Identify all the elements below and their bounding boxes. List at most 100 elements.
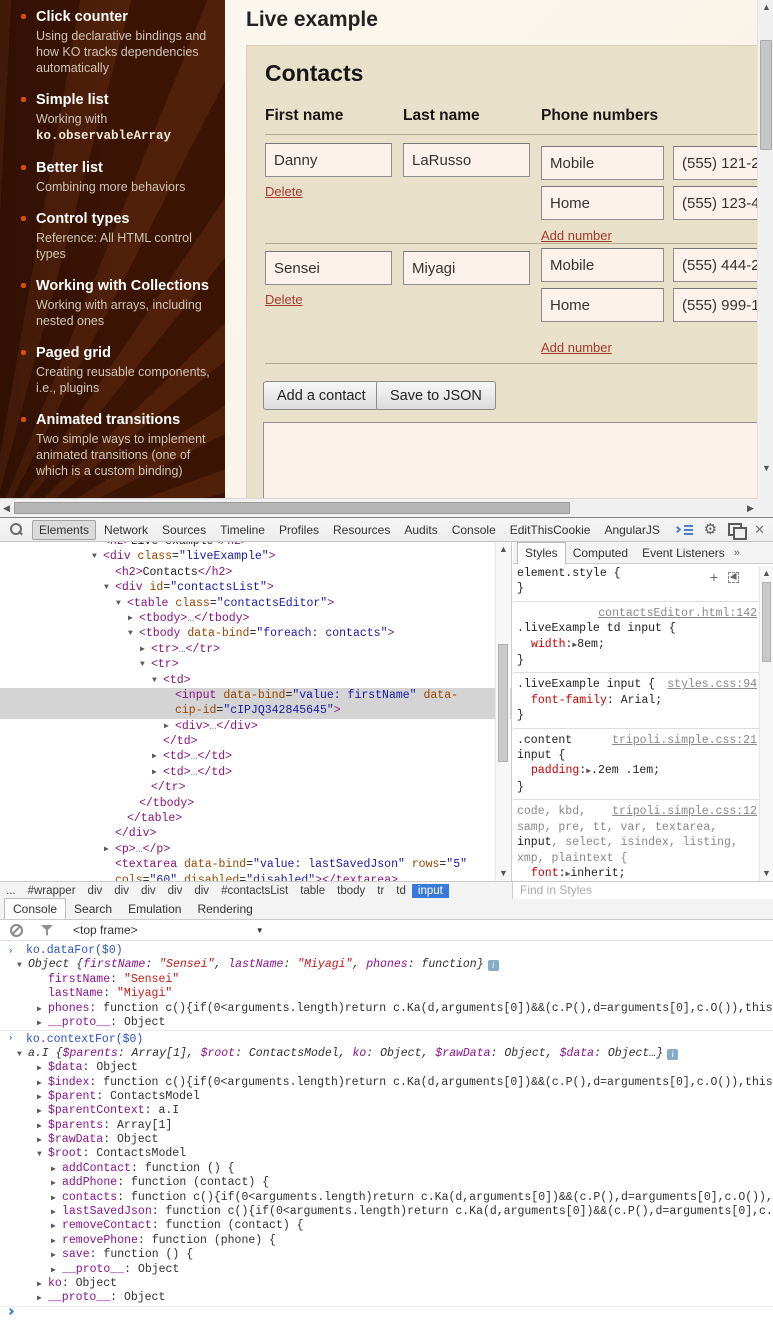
add-contact-button[interactable]: Add a contact (263, 381, 380, 410)
tree-line-selected[interactable]: <input data-bind="value: firstName" data… (0, 687, 511, 704)
rule-selector[interactable]: .liveExample td input { (517, 621, 757, 636)
console-object-line[interactable]: ▶ $parents: Array[1] (0, 1119, 773, 1133)
devtools-tab-network[interactable]: Network (98, 520, 154, 540)
sidebar-item[interactable]: Simple list Working with ko.observableArra… (21, 91, 215, 144)
tree-line[interactable]: <h2>Contacts</h2> (0, 565, 511, 580)
stylesheet-link[interactable]: contactsEditor.html:142 (598, 607, 757, 620)
console-object-line[interactable]: ▶ removePhone: function (phone) { (0, 1234, 773, 1248)
expand-arrow-down-icon[interactable]: ▼ (37, 1148, 42, 1162)
rule-close-brace[interactable]: } (517, 581, 757, 596)
console-object-line[interactable]: ▶ $data: Object (0, 1061, 773, 1075)
devtools-tab-editthiscookie[interactable]: EditThisCookie (504, 520, 597, 540)
css-property[interactable]: font:▶inherit; (517, 866, 757, 881)
devtools-tab-angularjs[interactable]: AngularJS (598, 520, 665, 540)
expand-arrow-right-icon[interactable]: ▶ (37, 1017, 42, 1031)
console-object-line[interactable]: ▼ Object {firstName: "Sensei", lastName: … (0, 958, 773, 972)
breadcrumb-item-div[interactable]: div (135, 884, 162, 898)
sidebar-item-title[interactable]: Better list (36, 159, 215, 177)
breadcrumb-item-[interactable]: ... (0, 884, 22, 898)
tree-line[interactable]: ▶ <tr>…</tr> (0, 642, 511, 657)
tree-line-selected[interactable]: cip-id="cIPJQ342845645"> (0, 703, 511, 719)
sidebar-item-title[interactable]: Control types (36, 210, 215, 228)
sidebar-item-title[interactable]: Paged grid (36, 344, 215, 362)
sidebar-item-title[interactable]: Simple list (36, 91, 215, 109)
phone-number-input-1a[interactable] (673, 146, 757, 180)
first-name-input-1[interactable] (265, 143, 392, 177)
last-name-input-1[interactable] (403, 143, 530, 177)
phone-type-input-2a[interactable] (541, 248, 664, 282)
inspect-search-icon[interactable] (8, 522, 24, 538)
tree-line[interactable]: ▶ <p>…</p> (0, 842, 511, 857)
expand-arrow-down-icon[interactable]: ▼ (116, 596, 121, 611)
breadcrumb-item-wrapper[interactable]: #wrapper (22, 884, 82, 898)
rule-selector[interactable]: styles.css:94 .liveExample input { (517, 677, 757, 692)
console-object-line[interactable]: ▶ contacts: function c(){if(0<arguments.l… (0, 1191, 773, 1205)
breadcrumb-item-div[interactable]: div (162, 884, 189, 898)
page-horizontal-scroll-thumb[interactable] (14, 502, 570, 514)
console-object-line[interactable]: ▶ ko: Object (0, 1277, 773, 1291)
css-property[interactable]: width:▶8em; (517, 637, 757, 653)
console-object-line[interactable]: ▶ $index: function c(){if(0<arguments.len… (0, 1076, 773, 1090)
sidebar-item-title[interactable]: Working with Collections (36, 277, 215, 295)
breadcrumb-item-table[interactable]: table (294, 884, 331, 898)
filter-funnel-icon[interactable] (41, 924, 53, 936)
expand-arrow-down-icon[interactable]: ▼ (140, 657, 145, 672)
stylesheet-link[interactable]: tripoli.simple.css:21 (612, 733, 757, 748)
drawer-tab-search[interactable]: Search (66, 899, 120, 919)
tree-line[interactable]: ▼ <tbody data-bind="foreach: contacts"> (0, 626, 511, 641)
breadcrumb-item-tbody[interactable]: tbody (331, 884, 371, 898)
expand-arrow-down-icon[interactable]: ▼ (152, 673, 157, 688)
console-object-line[interactable]: ▶ $rawData: Object (0, 1133, 773, 1147)
console-object-line[interactable]: ▶ addPhone: function (contact) { (0, 1176, 773, 1190)
frame-selector[interactable]: <top frame> (73, 923, 138, 937)
drawer-tab-console[interactable]: Console (4, 898, 67, 919)
devtools-tab-sources[interactable]: Sources (156, 520, 212, 540)
styles-scroll-thumb[interactable] (762, 582, 771, 662)
console-object-line[interactable]: ▶ removeContact: function (contact) { (0, 1219, 773, 1233)
devtools-tab-timeline[interactable]: Timeline (214, 520, 271, 540)
tree-line[interactable]: ▼ <div id="contactsList"> (0, 580, 511, 595)
rule-selector[interactable]: tripoli.simple.css:12 code, kbd, (517, 804, 757, 819)
sidebar-item-title[interactable]: Click counter (36, 8, 215, 26)
styles-scroll-up-icon[interactable]: ▲ (762, 568, 771, 578)
tree-line[interactable]: <h2>Live example</h2> (0, 542, 511, 549)
rule-close-brace[interactable]: } (517, 708, 757, 723)
clear-console-icon[interactable] (10, 923, 23, 937)
sidebar-item[interactable]: Better list Combining more behaviors (21, 159, 215, 195)
expand-arrow-right-icon[interactable]: ▶ (37, 1292, 42, 1306)
drawer-tab-rendering[interactable]: Rendering (189, 899, 260, 919)
rule-selector[interactable]: input, select, isindex, listing, (517, 835, 757, 850)
tree-line[interactable]: cols="60" disabled="disabled"></textarea… (0, 873, 511, 881)
devtools-tab-console[interactable]: Console (446, 520, 502, 540)
devtools-tab-resources[interactable]: Resources (327, 520, 396, 540)
info-icon[interactable]: i (667, 1048, 679, 1060)
styles-tab-computed[interactable]: Computed (566, 544, 635, 562)
first-name-input-2[interactable] (265, 251, 392, 285)
scroll-left-arrow-icon[interactable]: ◀ (3, 503, 10, 514)
expand-arrow-right-icon[interactable]: ▶ (37, 1003, 42, 1017)
rule-selector[interactable]: input { (517, 748, 757, 763)
stylesheet-link[interactable]: styles.css:94 (667, 677, 757, 692)
expand-arrow-right-icon[interactable]: ▶ (37, 1091, 42, 1105)
breadcrumb-item-div[interactable]: div (188, 884, 215, 898)
tree-line[interactable]: </td> (0, 734, 511, 749)
expand-arrow-down-icon[interactable]: ▼ (17, 1048, 22, 1062)
info-icon[interactable]: i (487, 960, 499, 972)
devtools-tab-profiles[interactable]: Profiles (273, 520, 325, 540)
expand-arrow-down-icon[interactable]: ▼ (104, 580, 109, 595)
phone-number-input-1b[interactable] (673, 186, 757, 220)
tree-line[interactable]: ▶ <tbody>…</tbody> (0, 611, 511, 626)
expand-arrow-right-icon[interactable]: ▶ (37, 1105, 42, 1119)
console-object-line[interactable]: ▶ save: function () { (0, 1248, 773, 1262)
last-name-input-2[interactable] (403, 251, 530, 285)
expand-arrow-right-icon[interactable]: ▶ (51, 1220, 56, 1234)
expand-arrow-down-icon[interactable]: ▼ (92, 549, 97, 564)
console-object-line[interactable]: ▼ a.I {$parents: Array[1], $root: Contact… (0, 1047, 773, 1061)
tree-line[interactable]: ▼ <td> (0, 673, 511, 688)
expand-arrow-right-icon[interactable]: ▶ (37, 1134, 42, 1148)
save-to-json-button[interactable]: Save to JSON (376, 381, 496, 410)
tree-line[interactable]: ▶ <div>…</div> (0, 719, 511, 734)
elements-scroll-down-icon[interactable]: ▼ (499, 868, 508, 878)
expand-arrow-right-icon[interactable]: ▶ (140, 642, 145, 657)
delete-contact-link-2[interactable]: Delete (265, 292, 303, 307)
